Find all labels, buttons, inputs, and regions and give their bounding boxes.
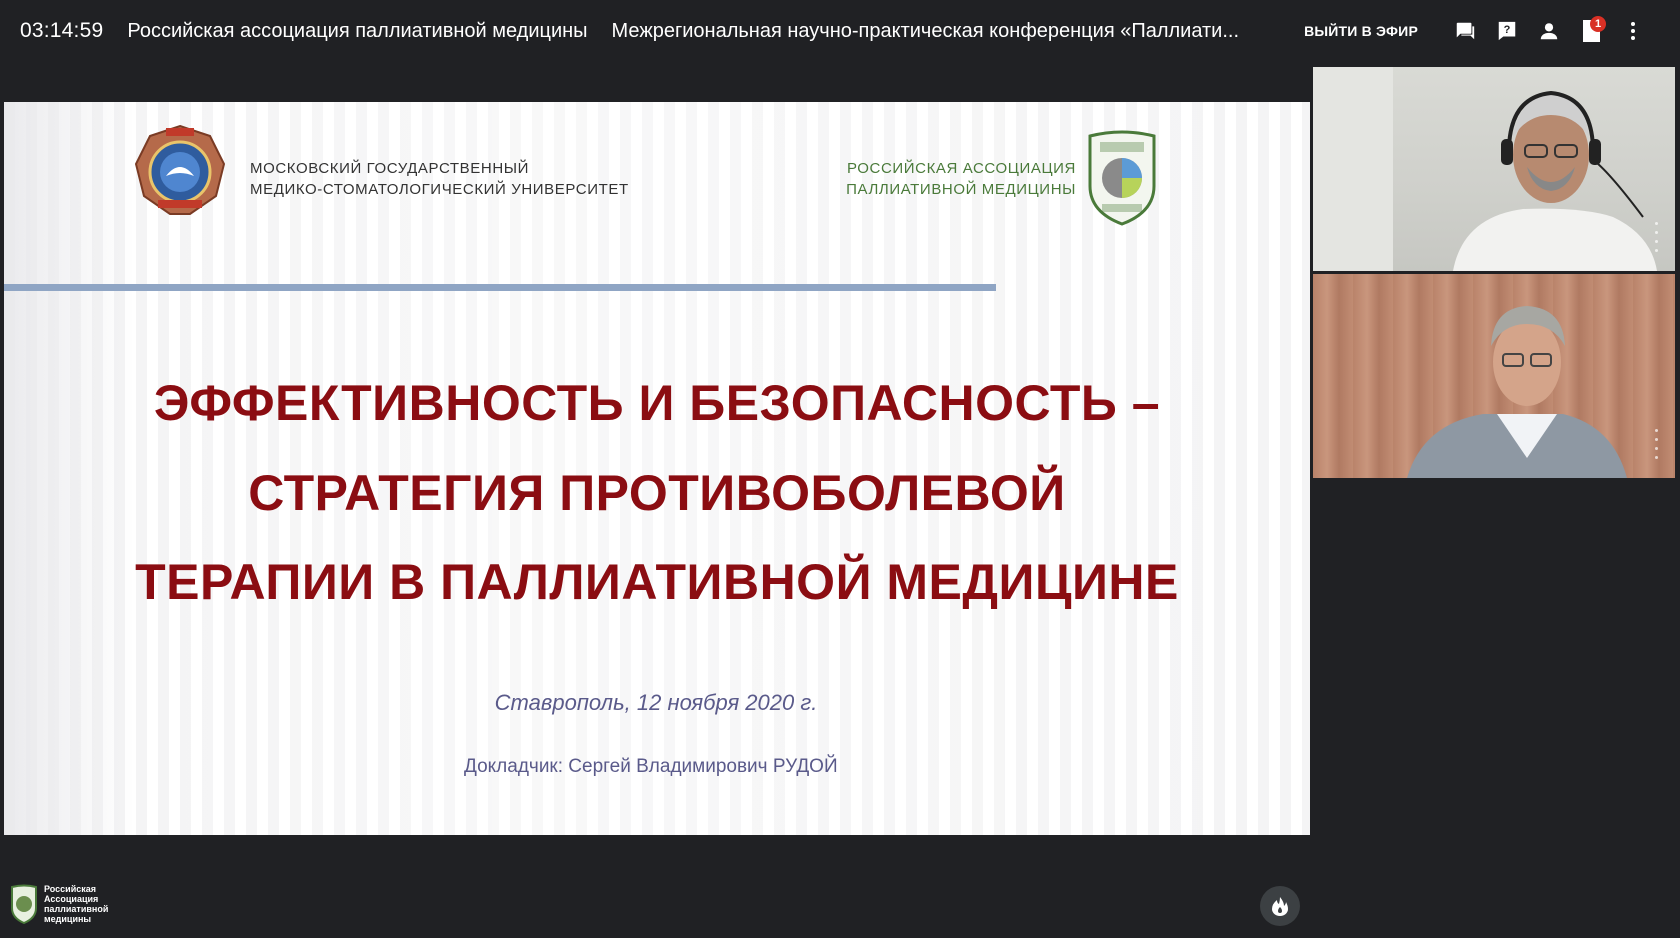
fire-button[interactable] (1260, 886, 1300, 926)
person-icon[interactable] (1528, 10, 1570, 52)
university-emblem-icon (134, 124, 226, 215)
fire-icon (1272, 897, 1288, 916)
logo-text-line2: Ассоциация (44, 894, 99, 904)
slide-title-line2: СТРАТЕГИЯ ПРОТИВОБОЛЕВОЙ (248, 465, 1066, 521)
presentation-slide: Московский государственный медико-стомат… (4, 102, 1310, 835)
slide-title-line1: ЭФФЕКТИВНОСТЬ И БЕЗОПАСНОСТЬ – (153, 375, 1161, 431)
association-logo: Российская Ассоциация паллиативной медиц… (10, 884, 108, 924)
divider-line (4, 284, 996, 291)
stream-clock: 03:14:59 (20, 19, 104, 42)
logo-text-line3: паллиативной (44, 904, 109, 914)
logo-text-line4: медицины (44, 914, 92, 924)
logo-text-line1: Российская (44, 884, 97, 894)
tile-menu-icon[interactable] (1655, 222, 1659, 252)
shield-icon (11, 884, 37, 924)
toolbar: ВЫЙТИ В ЭФИР ? 1 (1290, 0, 1654, 62)
participant-video-2[interactable] (1313, 274, 1675, 478)
organization-title: Российская ассоциация паллиативной медиц… (127, 19, 588, 42)
speaker-line: Докладчик: Сергей Владимирович РУДОЙ (464, 756, 838, 777)
more-vert-icon[interactable] (1612, 10, 1654, 52)
participant-2-image (1407, 306, 1627, 478)
conference-title: Межрегиональная научно-практическая конф… (611, 19, 1240, 42)
participant-video-1[interactable] (1313, 67, 1675, 271)
university-name: Московский государственный медико-стомат… (250, 160, 629, 198)
association-name: РОССИЙСКАЯ АССОЦИАЦИЯ ПАЛЛИАТИВНОЙ МЕДИЦ… (846, 160, 1076, 198)
file-badge: 1 (1590, 16, 1606, 32)
chat-icon[interactable] (1444, 10, 1486, 52)
slide-title-line3: ТЕРАПИИ В ПАЛЛИАТИВНОЙ МЕДИЦИНЕ (135, 554, 1179, 610)
question-icon[interactable]: ? (1486, 10, 1528, 52)
file-icon[interactable]: 1 (1570, 10, 1612, 52)
svg-text:?: ? (1504, 24, 1511, 36)
place-date: Ставрополь, 12 ноября 2020 г. (494, 690, 818, 715)
association-shield-icon (1088, 130, 1156, 226)
participant-1-image (1313, 67, 1657, 271)
go-live-button[interactable]: ВЫЙТИ В ЭФИР (1290, 15, 1432, 47)
tile-menu-icon[interactable] (1655, 429, 1659, 459)
